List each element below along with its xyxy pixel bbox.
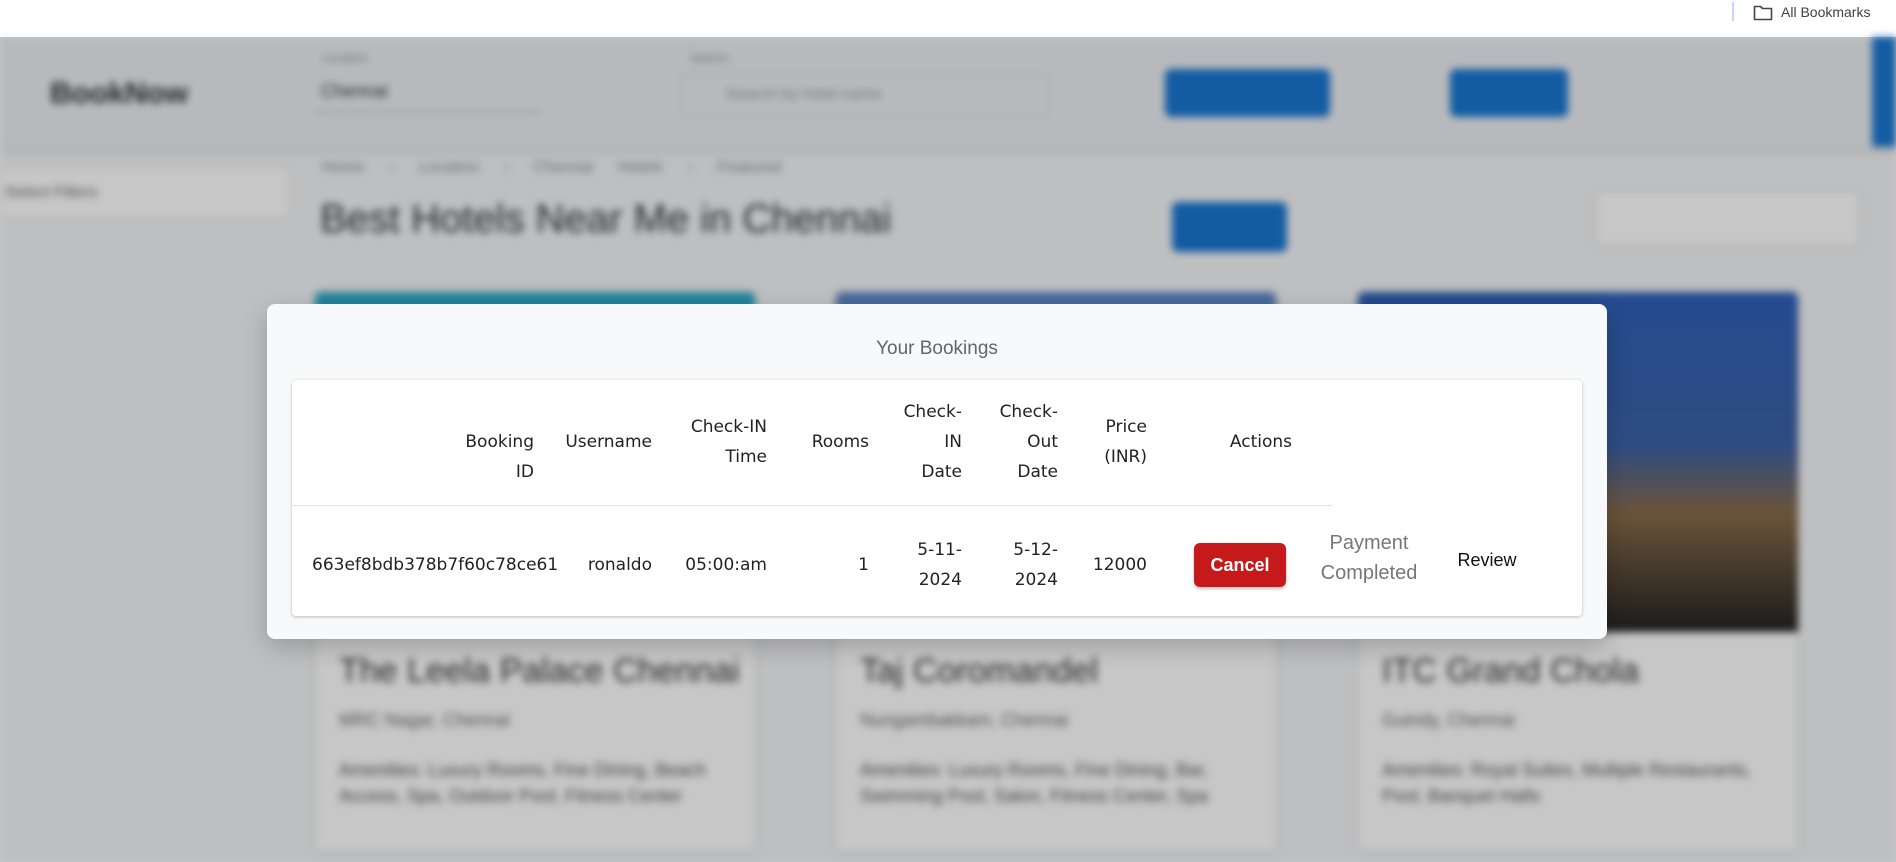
header-checkout-date: Check- Out Date: [968, 397, 1058, 487]
header-price: Price (INR): [1067, 412, 1147, 472]
folder-icon: [1753, 5, 1773, 20]
all-bookmarks-button[interactable]: All Bookmarks: [1753, 1, 1870, 23]
bookmarks-divider: [1732, 2, 1734, 21]
header-checkin-time: Check-IN Time: [662, 412, 767, 472]
cancel-booking-button[interactable]: Cancel: [1194, 543, 1286, 587]
header-checkin-date-line: Check-: [903, 402, 962, 422]
header-checkout-date-line: Date: [1017, 462, 1058, 482]
header-checkin-time-line: Check-IN: [690, 417, 767, 437]
header-booking-id: Booking ID: [465, 432, 534, 482]
bookmarks-bar: All Bookmarks: [0, 0, 1896, 37]
header-price-line: Price: [1105, 417, 1147, 437]
bookings-modal: Your Bookings Booking ID Username Check-…: [267, 304, 1607, 639]
checkout-date-cell: 5-12- 2024: [968, 535, 1058, 595]
checkin-time-cell: 05:00:am: [685, 555, 767, 575]
header-username: Username: [565, 432, 652, 452]
header-rooms: Rooms: [811, 432, 869, 452]
header-checkin-date-line: Date: [921, 462, 962, 482]
bookings-table: Booking ID Username Check-IN Time Rooms …: [292, 380, 1582, 616]
checkout-date-line: 5-12-: [1013, 540, 1058, 560]
header-checkout-date-line: Check-: [999, 402, 1058, 422]
payment-status-line: Completed: [1320, 562, 1418, 584]
header-checkin-date: Check- IN Date: [872, 397, 962, 487]
header-price-line: (INR): [1104, 447, 1147, 467]
rooms-cell: 1: [858, 555, 869, 575]
header-checkout-date-line: Out: [1027, 432, 1058, 452]
payment-status: Payment Completed: [1304, 528, 1434, 588]
username-cell: ronaldo: [587, 555, 652, 575]
header-actions: Actions: [1229, 432, 1292, 452]
checkout-date-line: 2024: [1014, 570, 1058, 590]
checkin-date-cell: 5-11- 2024: [872, 535, 962, 595]
header-divider: [292, 505, 1332, 506]
payment-status-line: Payment: [1329, 532, 1409, 554]
booking-id-cell: 663ef8bdb378b7f60c78ce61: [312, 555, 559, 575]
checkin-date-line: 2024: [918, 570, 962, 590]
checkin-date-line: 5-11-: [917, 540, 962, 560]
all-bookmarks-label: All Bookmarks: [1781, 4, 1871, 20]
modal-title: Your Bookings: [876, 338, 998, 359]
review-button[interactable]: Review: [1442, 550, 1532, 571]
header-checkin-date-line: IN: [944, 432, 962, 452]
price-cell: 12000: [1092, 555, 1147, 575]
header-checkin-time-line: Time: [725, 447, 767, 467]
